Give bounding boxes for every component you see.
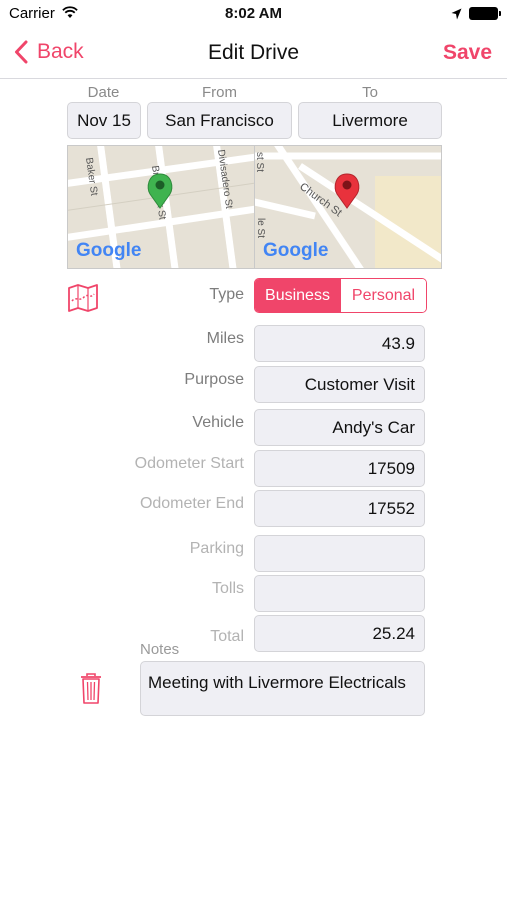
to-field[interactable]: Livermore: [298, 102, 442, 139]
date-label: Date: [87, 84, 120, 101]
google-logo: Google: [76, 240, 141, 261]
street-label: st St: [255, 152, 265, 172]
miles-label: Miles: [206, 330, 244, 347]
purpose-label: Purpose: [184, 371, 244, 388]
purpose-field[interactable]: Customer Visit: [254, 366, 425, 403]
notes-label: Notes: [140, 641, 180, 658]
tolls-field[interactable]: [254, 575, 425, 612]
from-field[interactable]: San Francisco: [147, 102, 292, 139]
miles-field[interactable]: 43.9: [254, 325, 425, 362]
trash-icon[interactable]: [80, 673, 102, 710]
to-map[interactable]: st St le St Church St Google: [254, 145, 442, 269]
from-label: From: [202, 84, 237, 101]
tolls-label: Tolls: [211, 580, 244, 597]
type-personal-segment[interactable]: Personal: [340, 279, 426, 312]
google-logo: Google: [263, 240, 328, 261]
vehicle-field[interactable]: Andy's Car: [254, 409, 425, 446]
parking-field[interactable]: [254, 535, 425, 572]
notes-field[interactable]: Meeting with Livermore Electricals: [140, 661, 425, 716]
street-label: le St: [255, 218, 266, 238]
navigation-bar: Back Edit Drive Save: [0, 28, 507, 79]
location-arrow-icon: [451, 7, 462, 25]
odometer-end-label: Odometer End: [139, 495, 244, 512]
save-button[interactable]: Save: [443, 41, 492, 65]
status-bar: Carrier 8:02 AM: [0, 0, 507, 28]
total-field[interactable]: 25.24: [254, 615, 425, 652]
odometer-end-field[interactable]: 17552: [254, 490, 425, 527]
parking-label: Parking: [189, 540, 244, 557]
type-segmented-control[interactable]: Business Personal: [254, 278, 427, 313]
page-title: Edit Drive: [207, 41, 300, 64]
clock: 8:02 AM: [225, 5, 282, 22]
from-map[interactable]: Baker St Broderick St Divisadero St Goog…: [67, 145, 255, 269]
battery-icon: [469, 7, 501, 20]
to-label: To: [362, 84, 378, 101]
vehicle-label: Vehicle: [192, 414, 244, 431]
date-field[interactable]: Nov 15: [67, 102, 141, 139]
odometer-start-label: Odometer Start: [134, 455, 244, 472]
type-label: Type: [209, 286, 244, 303]
type-business-segment[interactable]: Business: [255, 279, 340, 312]
odometer-start-field[interactable]: 17509: [254, 450, 425, 487]
